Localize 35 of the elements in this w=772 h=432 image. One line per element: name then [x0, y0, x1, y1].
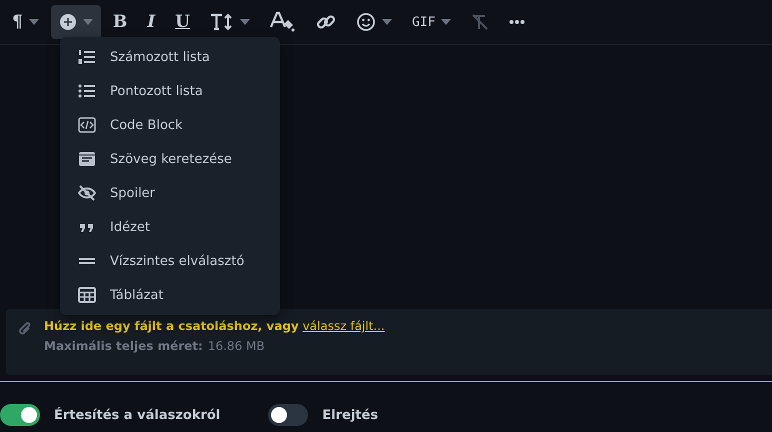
drop-prompt: Húzz ide egy fájlt a csatoláshoz, vagy — [44, 319, 299, 333]
insert-button[interactable] — [50, 5, 101, 39]
max-size-value: 16.86 MB — [208, 339, 265, 353]
max-size-label: Maximális teljes méret: — [44, 339, 203, 353]
choose-file-link[interactable]: válassz fájlt... — [302, 319, 385, 333]
paperclip-icon — [18, 321, 32, 337]
clear-format-icon — [471, 13, 490, 31]
toggle-switch[interactable] — [0, 404, 40, 426]
paragraph-button[interactable]: ¶ — [4, 5, 47, 39]
bullet-list-icon — [78, 83, 96, 99]
menu-item[interactable]: Idézet — [60, 210, 280, 244]
table-icon — [78, 287, 96, 303]
eye-slash-icon — [78, 185, 96, 201]
smiley-icon — [356, 12, 376, 32]
numbered-list-icon — [78, 49, 96, 65]
menu-item[interactable]: Számozott lista — [60, 40, 280, 74]
gif-button[interactable]: GIF — [404, 5, 460, 39]
plus-circle-icon — [58, 13, 77, 31]
text-frame-icon — [78, 151, 96, 167]
menu-item[interactable]: Pontozott lista — [60, 74, 280, 108]
toggle-label: Elrejtés — [322, 408, 378, 422]
bold-button[interactable]: B — [104, 5, 136, 39]
code-icon — [78, 117, 96, 133]
text-size-icon — [210, 13, 234, 31]
menu-item[interactable]: Vízszintes elválasztó — [60, 244, 280, 278]
text-color-icon — [270, 11, 296, 33]
toggle-label: Értesítés a válaszokról — [54, 408, 220, 422]
more-icon — [509, 19, 526, 25]
toggle-switch[interactable] — [268, 404, 308, 426]
menu-item[interactable]: Szöveg keretezése — [60, 142, 280, 176]
menu-item[interactable]: Táblázat — [60, 278, 280, 312]
italic-button[interactable]: I — [139, 5, 164, 39]
menu-item[interactable]: Code Block — [60, 108, 280, 142]
menu-item[interactable]: Spoiler — [60, 176, 280, 210]
underline-button[interactable]: U — [167, 5, 198, 39]
